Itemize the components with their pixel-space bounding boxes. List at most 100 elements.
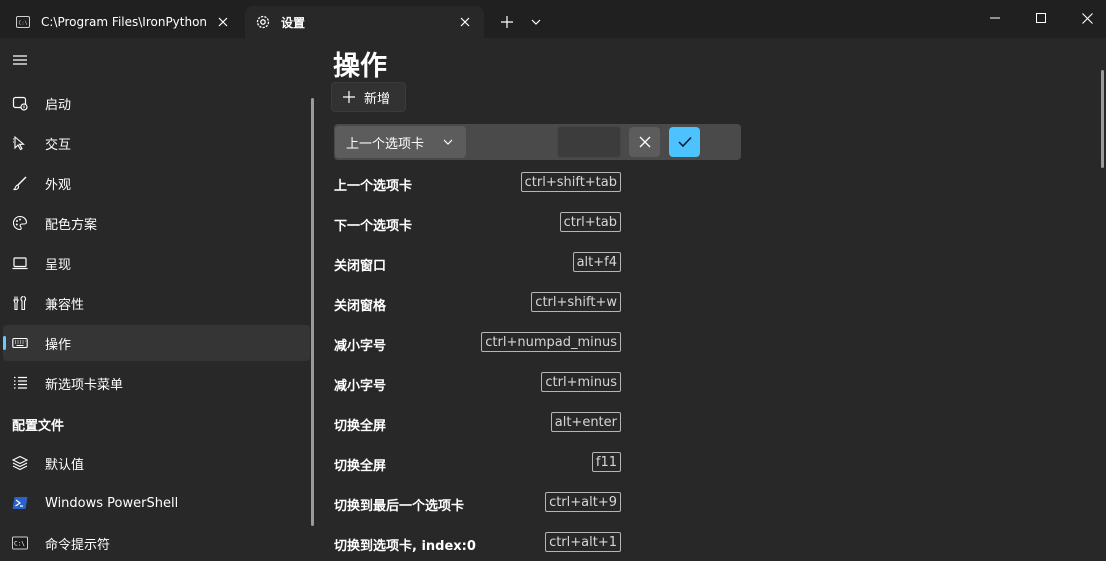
- binding-row[interactable]: 切换全屏 f11: [334, 452, 621, 476]
- add-action-label: 新增: [364, 91, 391, 107]
- close-icon[interactable]: [211, 10, 235, 34]
- sidebar-item-defaults[interactable]: 默认值: [3, 445, 310, 481]
- tab-dropdown-button[interactable]: [522, 8, 550, 36]
- hamburger-menu-button[interactable]: [11, 52, 31, 72]
- sidebar-item-startup[interactable]: 启动: [3, 85, 310, 121]
- sidebar-item-label: 呈现: [45, 257, 72, 273]
- binding-action-name: 减小字号: [334, 379, 387, 394]
- binding-action-name: 关闭窗口: [334, 259, 387, 274]
- binding-action-name: 切换全屏: [334, 459, 387, 474]
- binding-key-chord: ctrl+alt+9: [545, 492, 621, 512]
- close-icon: [1081, 12, 1093, 24]
- profiles-section-header: 配置文件: [12, 419, 65, 434]
- plus-icon: [343, 91, 355, 103]
- menu-icon: [13, 55, 27, 65]
- binding-action-name: 关闭窗格: [334, 299, 387, 314]
- action-select-value: 上一个选项卡: [346, 136, 425, 152]
- cancel-edit-button[interactable]: [629, 127, 660, 157]
- sidebar-item-label: 启动: [45, 97, 72, 113]
- binding-key-chord: ctrl+shift+w: [531, 292, 621, 312]
- list-icon: [12, 375, 28, 391]
- sidebar-item-windows-powershell[interactable]: Windows PowerShell: [3, 485, 310, 521]
- sidebar-item-label: Windows PowerShell: [45, 495, 179, 511]
- sidebar-item-compatibility[interactable]: 兼容性: [3, 285, 310, 321]
- binding-key-chord: f11: [591, 452, 621, 472]
- plus-icon: [501, 16, 513, 28]
- action-editor-row: 上一个选项卡: [334, 124, 741, 160]
- binding-action-name: 减小字号: [334, 339, 387, 354]
- sidebar-item-actions[interactable]: 操作: [3, 325, 310, 361]
- sidebar-item-label: 命令提示符: [45, 537, 111, 553]
- binding-row[interactable]: 关闭窗格 ctrl+shift+w: [334, 292, 621, 316]
- title-bar: C:\ C:\Program Files\IronPython 3 设置: [0, 0, 1106, 38]
- sidebar-item-label: 默认值: [45, 457, 85, 473]
- binding-action-name: 下一个选项卡: [334, 219, 413, 234]
- checkmark-icon: [677, 136, 692, 148]
- tab-ironpython[interactable]: C:\ C:\Program Files\IronPython 3: [5, 6, 242, 38]
- page-title: 操作: [333, 51, 387, 82]
- monitor-icon: [12, 255, 28, 271]
- close-icon[interactable]: [453, 10, 477, 34]
- sidebar: 启动 交互 外观 配色方案 呈现 兼容性 操作 新选项卡菜单 配置文件 默认值 …: [0, 38, 316, 553]
- minimize-icon: [990, 17, 1000, 19]
- binding-row[interactable]: 切换到选项卡, index:0 ctrl+alt+1: [334, 532, 621, 556]
- sidebar-item-color-schemes[interactable]: 配色方案: [3, 205, 310, 241]
- sidebar-item-label: 外观: [45, 177, 72, 193]
- main-content: 操作 新增 上一个选项卡 上一个选项卡 ctrl+shift+tab 下一个选项卡 c…: [316, 38, 1106, 556]
- tab-title: C:\Program Files\IronPython 3: [41, 15, 211, 29]
- binding-key-chord: ctrl+tab: [559, 212, 621, 232]
- startup-icon: [12, 95, 28, 111]
- binding-key-chord: ctrl+alt+1: [545, 532, 621, 552]
- binding-row[interactable]: 关闭窗口 alt+f4: [334, 252, 621, 276]
- chevron-down-icon: [443, 139, 453, 145]
- binding-key-chord: alt+enter: [550, 412, 621, 432]
- close-window-button[interactable]: [1064, 0, 1106, 36]
- sidebar-item-label: 配色方案: [45, 217, 98, 233]
- binding-key-chord: ctrl+shift+tab: [520, 172, 621, 192]
- palette-icon: [12, 215, 28, 231]
- maximize-button[interactable]: [1018, 0, 1064, 36]
- maximize-icon: [1036, 13, 1046, 23]
- tools-icon: [12, 295, 28, 311]
- sidebar-item-rendering[interactable]: 呈现: [3, 245, 310, 281]
- binding-action-name: 切换全屏: [334, 419, 387, 434]
- binding-key-chord: ctrl+numpad_minus: [481, 332, 621, 352]
- close-icon: [639, 136, 650, 148]
- add-action-button[interactable]: 新增: [331, 82, 406, 112]
- tab-settings[interactable]: 设置: [245, 6, 484, 38]
- svg-text:C:\: C:\: [14, 541, 25, 548]
- keyboard-icon: [12, 335, 28, 351]
- binding-action-name: 切换到选项卡, index:0: [334, 539, 476, 554]
- sidebar-item-new-tab-menu[interactable]: 新选项卡菜单: [3, 365, 310, 401]
- layers-icon: [11, 455, 29, 471]
- minimize-button[interactable]: [972, 0, 1018, 36]
- sidebar-item-label: 新选项卡菜单: [45, 377, 124, 393]
- sidebar-item-label: 交互: [45, 137, 72, 153]
- binding-key-chord: ctrl+minus: [541, 372, 621, 392]
- binding-row[interactable]: 切换到最后一个选项卡 ctrl+alt+9: [334, 492, 621, 516]
- selection-indicator: [3, 336, 6, 350]
- cmd-icon: C:\: [12, 535, 28, 551]
- binding-row[interactable]: 下一个选项卡 ctrl+tab: [334, 212, 621, 236]
- sidebar-scrollbar[interactable]: [311, 98, 314, 526]
- sidebar-item-label: 兼容性: [45, 297, 85, 313]
- new-tab-button[interactable]: [493, 8, 521, 36]
- key-chord-input[interactable]: [557, 126, 621, 158]
- sidebar-item-interaction[interactable]: 交互: [3, 125, 310, 161]
- sidebar-item-appearance[interactable]: 外观: [3, 165, 310, 201]
- binding-action-name: 上一个选项卡: [334, 179, 413, 194]
- binding-row[interactable]: 上一个选项卡 ctrl+shift+tab: [334, 172, 621, 196]
- binding-key-chord: alt+f4: [572, 252, 621, 272]
- sidebar-item-command-prompt[interactable]: C:\ 命令提示符: [3, 525, 310, 561]
- gear-icon: [255, 14, 271, 30]
- binding-action-name: 切换到最后一个选项卡: [334, 499, 465, 514]
- sidebar-item-label: 操作: [45, 337, 72, 353]
- main-scrollbar[interactable]: [1101, 70, 1104, 168]
- binding-row[interactable]: 减小字号 ctrl+numpad_minus: [334, 332, 621, 356]
- cursor-icon: [12, 135, 28, 151]
- powershell-icon: [12, 495, 28, 511]
- accept-edit-button[interactable]: [669, 127, 700, 157]
- binding-row[interactable]: 减小字号 ctrl+minus: [334, 372, 621, 396]
- binding-row[interactable]: 切换全屏 alt+enter: [334, 412, 621, 436]
- action-select-dropdown[interactable]: 上一个选项卡: [335, 126, 466, 158]
